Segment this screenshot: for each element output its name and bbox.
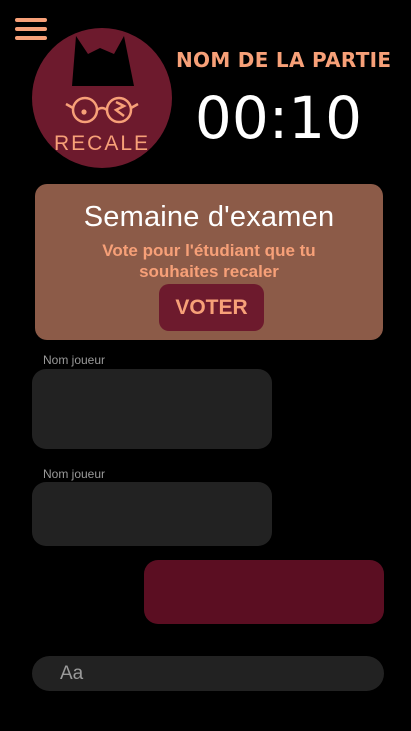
- vote-button[interactable]: VOTER: [159, 284, 264, 331]
- countdown-timer: 00:10: [194, 84, 363, 152]
- event-description: Vote pour l'étudiant que tu souhaites re…: [102, 241, 316, 281]
- logo-text: RECALE: [54, 132, 150, 155]
- chat-message-bubble: [32, 369, 272, 449]
- event-title: Semaine d'examen: [83, 201, 335, 233]
- recale-logo: RECALE: [32, 28, 172, 168]
- own-chat-message-bubble: [144, 560, 384, 624]
- game-name: NOM DE LA PARTIE: [176, 48, 392, 72]
- chat-message-bubble: [32, 482, 272, 546]
- message-player-name: Nom joueur: [43, 467, 106, 481]
- chat-input[interactable]: [32, 656, 384, 691]
- event-card: Semaine d'examen Vote pour l'étudiant qu…: [35, 184, 383, 340]
- message-player-name: Nom joueur: [43, 353, 106, 367]
